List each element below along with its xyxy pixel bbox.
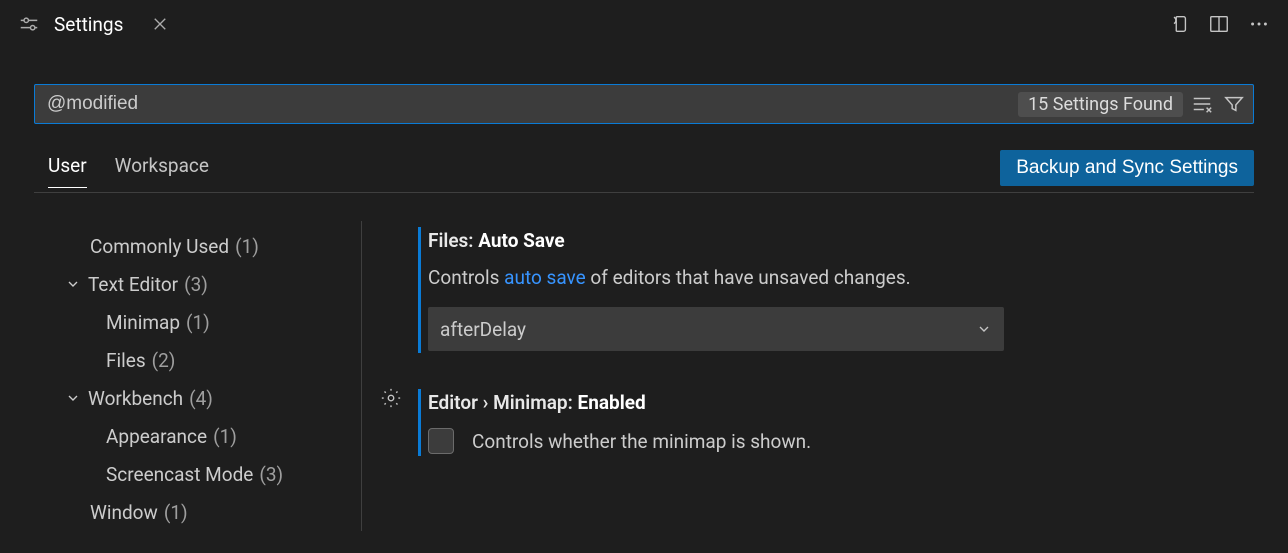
minimap-enabled-checkbox[interactable] (428, 428, 454, 454)
sidebar-item-label: Screencast Mode (106, 463, 253, 486)
setting-minimap-enabled: Editor › Minimap: Enabled Controls wheth… (382, 383, 1254, 474)
sidebar-item-count: (1) (186, 311, 210, 334)
sidebar-item-label: Commonly Used (90, 235, 229, 258)
sidebar-item-count: (1) (213, 425, 237, 448)
sidebar-item-count: (3) (184, 273, 208, 296)
setting-name: Enabled (578, 391, 646, 414)
modified-indicator (418, 227, 421, 353)
autosave-select[interactable]: afterDelay (428, 307, 1004, 351)
tab-area: Settings (12, 0, 179, 48)
sidebar-item-text-editor[interactable]: Text Editor (3) (34, 265, 361, 303)
titlebar: Settings (0, 0, 1288, 48)
setting-title: Editor › Minimap: Enabled (428, 391, 1254, 414)
setting-description: Controls auto save of editors that have … (428, 266, 1254, 289)
sidebar-item-count: (3) (259, 463, 283, 486)
setting-description: Controls whether the minimap is shown. (472, 430, 811, 453)
setting-name: Auto Save (478, 229, 564, 252)
title-actions (1168, 13, 1276, 35)
settings-list: Files: Auto Save Controls auto save of e… (362, 221, 1254, 531)
modified-indicator (418, 389, 421, 456)
desc-text: of editors that have unsaved changes. (586, 266, 911, 289)
open-json-icon[interactable] (1168, 13, 1190, 35)
scope-tab-user[interactable]: User (48, 154, 87, 188)
body-row: Commonly Used (1) Text Editor (3) Minima… (34, 221, 1254, 531)
sidebar-item-count: (1) (164, 501, 188, 524)
sidebar-item-workbench[interactable]: Workbench (4) (34, 379, 361, 417)
sidebar-item-label: Window (90, 501, 158, 524)
sidebar-item-minimap[interactable]: Minimap (1) (34, 303, 361, 341)
settings-content: 15 Settings Found User Workspace Backup … (0, 48, 1288, 531)
sidebar-item-label: Text Editor (88, 273, 178, 296)
filter-icon[interactable] (1223, 93, 1245, 115)
chevron-down-icon (64, 390, 82, 406)
tab-label: Settings (54, 13, 123, 36)
sidebar-item-count: (1) (235, 235, 259, 258)
sidebar-item-screencast[interactable]: Screencast Mode (3) (34, 455, 361, 493)
setting-files-autosave: Files: Auto Save Controls auto save of e… (382, 221, 1254, 371)
settings-sliders-icon (18, 13, 40, 35)
desc-link[interactable]: auto save (504, 266, 586, 289)
close-tab-button[interactable] (151, 15, 169, 33)
sidebar-item-count: (4) (189, 387, 213, 410)
gear-icon[interactable] (380, 387, 402, 409)
desc-text: Controls (428, 266, 504, 289)
settings-sidebar: Commonly Used (1) Text Editor (3) Minima… (34, 221, 362, 531)
search-input[interactable] (47, 93, 1018, 115)
scope-row: User Workspace Backup and Sync Settings (34, 150, 1254, 193)
sidebar-item-appearance[interactable]: Appearance (1) (34, 417, 361, 455)
scope-tab-workspace[interactable]: Workspace (115, 154, 209, 188)
chevron-down-icon (976, 321, 992, 337)
sync-settings-button[interactable]: Backup and Sync Settings (1000, 150, 1254, 186)
setting-category: Editor › Minimap: (428, 391, 573, 414)
sidebar-item-label: Minimap (106, 311, 180, 334)
more-actions-icon[interactable] (1248, 13, 1270, 35)
checkbox-row: Controls whether the minimap is shown. (428, 428, 1254, 454)
split-editor-icon[interactable] (1208, 13, 1230, 35)
chevron-down-icon (64, 276, 82, 292)
setting-title: Files: Auto Save (428, 229, 1254, 252)
sidebar-item-files[interactable]: Files (2) (34, 341, 361, 379)
scope-tabs: User Workspace (48, 154, 209, 188)
setting-category: Files: (428, 229, 474, 252)
sidebar-item-label: Files (106, 349, 146, 372)
sidebar-item-label: Appearance (106, 425, 207, 448)
sidebar-item-label: Workbench (88, 387, 183, 410)
clear-search-icon[interactable] (1191, 93, 1213, 115)
results-count-badge: 15 Settings Found (1018, 92, 1183, 117)
select-value: afterDelay (440, 318, 526, 341)
search-row: 15 Settings Found (34, 84, 1254, 124)
sidebar-item-count: (2) (152, 349, 176, 372)
sidebar-item-window[interactable]: Window (1) (34, 493, 361, 531)
tab-settings[interactable]: Settings (12, 0, 179, 48)
sidebar-item-commonly-used[interactable]: Commonly Used (1) (34, 227, 361, 265)
